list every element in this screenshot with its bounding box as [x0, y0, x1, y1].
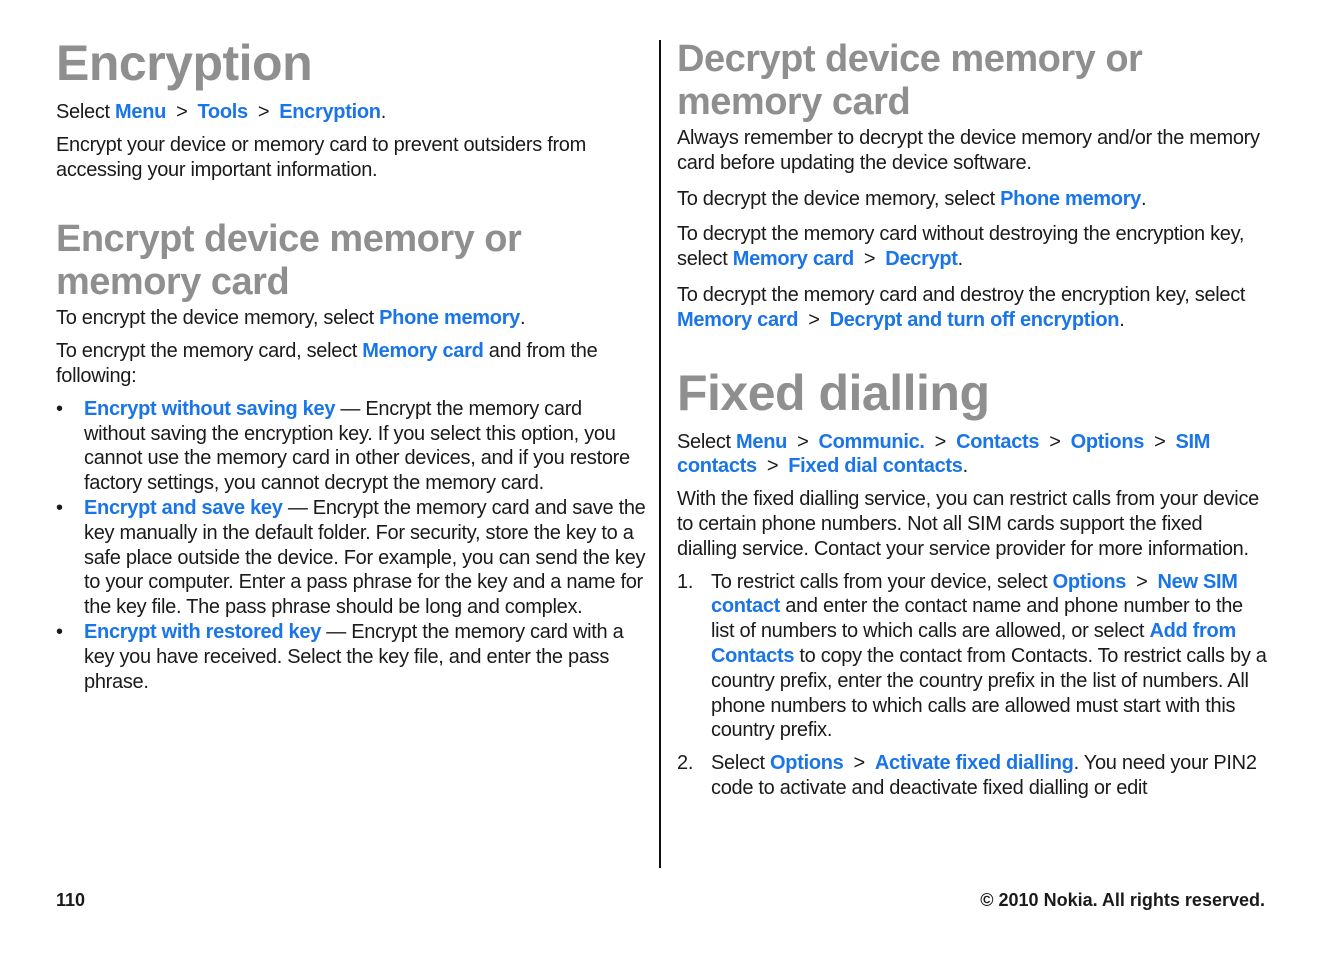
- link-memory-card[interactable]: Memory card: [677, 309, 799, 331]
- link-memory-card[interactable]: Memory card: [733, 248, 855, 270]
- paragraph: Always remember to decrypt the device me…: [677, 127, 1260, 174]
- list-item: • Encrypt with restored key — Encrypt the…: [56, 620, 624, 693]
- right-column: Decrypt device memory or memory card Alw…: [677, 0, 1267, 801]
- link-options[interactable]: Options: [770, 752, 844, 774]
- link-options[interactable]: Options: [1071, 431, 1145, 453]
- step-item: 1. To restrict calls from your device, se…: [677, 570, 1267, 742]
- paragraph: To encrypt the memory card, select Memor…: [56, 340, 598, 387]
- link-options[interactable]: Options: [1053, 571, 1127, 593]
- left-column: Encryption Select Menu > Tools > Encryption.…: [56, 0, 648, 694]
- link-contacts[interactable]: Contacts: [956, 431, 1039, 453]
- paragraph: To decrypt the memory card without destr…: [677, 223, 1245, 271]
- menu-path: Select Menu > Tools > Encryption.: [56, 101, 386, 123]
- menu-path: Select Menu > Communic. > Contacts > Options > S…: [677, 430, 1211, 478]
- link-activate-fixed-dialling[interactable]: Activate fixed dialling: [875, 752, 1074, 774]
- intro-paragraph: Encrypt your device or memory card to pr…: [56, 133, 586, 181]
- bullet-icon: •: [56, 397, 63, 420]
- link-decrypt-turn-off[interactable]: Decrypt and turn off encryption: [830, 309, 1120, 331]
- link-option[interactable]: Encrypt and save key: [84, 497, 283, 519]
- paragraph: To decrypt the memory card and destroy t…: [677, 283, 1246, 331]
- paragraph: To encrypt the device memory, select Pho…: [56, 307, 526, 330]
- bullet-icon: •: [56, 620, 63, 643]
- bullet-icon: •: [56, 496, 63, 519]
- paragraph: To decrypt the device memory, select Pho…: [677, 187, 1147, 210]
- link-phone-memory[interactable]: Phone memory: [379, 307, 520, 329]
- page-title: Encryption: [56, 35, 313, 91]
- link-memory-card[interactable]: Memory card: [362, 340, 484, 362]
- link-fixed-dial-contacts[interactable]: Fixed dial contacts: [788, 455, 963, 477]
- list-item: • Encrypt and save key — Encrypt the memo…: [56, 496, 646, 619]
- paragraph: With the fixed dialling service, you can…: [677, 488, 1259, 560]
- link-option[interactable]: Encrypt with restored key: [84, 621, 321, 643]
- column-divider: [659, 40, 661, 868]
- link-decrypt[interactable]: Decrypt: [885, 248, 958, 270]
- section-heading-encrypt: Encrypt device memory or memory card: [56, 218, 522, 304]
- steps-list: 1. To restrict calls from your device, se…: [677, 570, 1267, 801]
- copyright: © 2010 Nokia. All rights reserved.: [980, 890, 1265, 910]
- list-item: • Encrypt without saving key — Encrypt th…: [56, 397, 630, 495]
- link-menu[interactable]: Menu: [115, 101, 166, 123]
- link-encryption[interactable]: Encryption: [279, 101, 381, 123]
- link-communic[interactable]: Communic.: [818, 431, 925, 453]
- section-title-fixed-dialling: Fixed dialling: [677, 364, 990, 421]
- section-heading-decrypt: Decrypt device memory or memory card: [677, 38, 1143, 123]
- link-phone-memory[interactable]: Phone memory: [1000, 188, 1141, 210]
- link-tools[interactable]: Tools: [197, 101, 248, 123]
- step-item: 2. Select Options > Activate fixed dialling…: [677, 752, 1257, 799]
- option-list: • Encrypt without saving key — Encrypt th…: [56, 397, 648, 695]
- page-number: 110: [56, 890, 86, 910]
- link-menu[interactable]: Menu: [736, 431, 787, 453]
- link-option[interactable]: Encrypt without saving key: [84, 398, 335, 420]
